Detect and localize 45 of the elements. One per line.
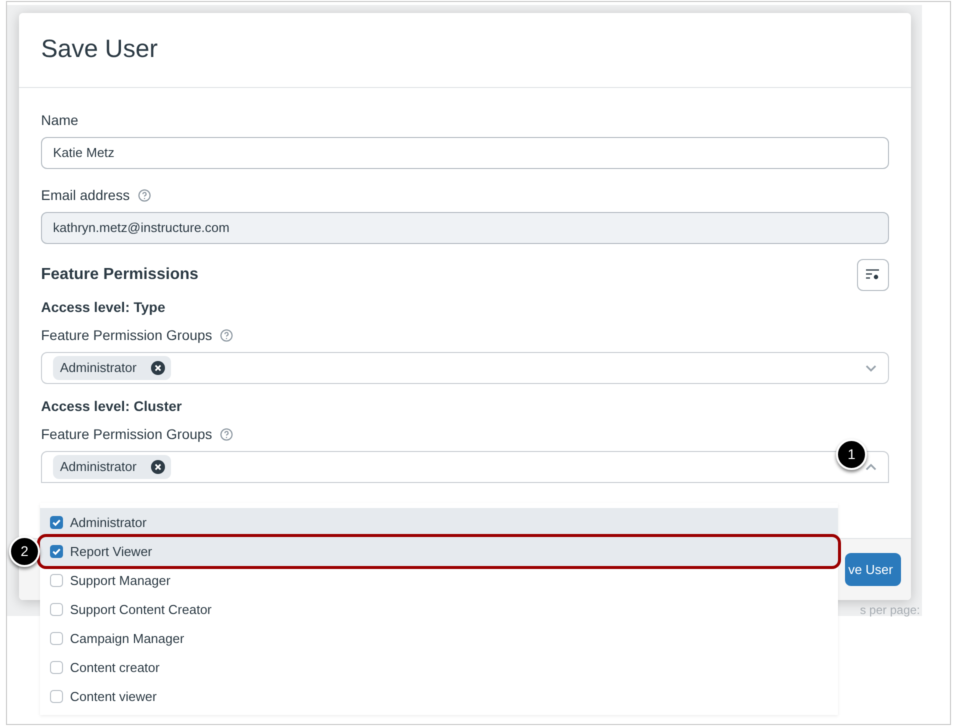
option-label: Support Content Creator <box>70 600 212 619</box>
help-icon[interactable] <box>138 188 151 202</box>
multi-select[interactable]: Administrator <box>41 352 889 384</box>
settings-button[interactable] <box>857 259 889 291</box>
text-field[interactable]: Katie Metz <box>41 137 889 169</box>
chevron-down-icon[interactable] <box>865 364 877 372</box>
field-label: Feature Permission Groups <box>41 424 212 444</box>
help-icon[interactable] <box>220 328 234 342</box>
section-title: Feature Permissions <box>41 265 198 285</box>
list-settings-icon <box>866 269 880 281</box>
remove-icon[interactable] <box>150 361 165 375</box>
background-text: s per page: <box>860 605 920 616</box>
dropdown-option[interactable]: Administrator <box>40 508 838 537</box>
option-label: Report Viewer <box>70 542 152 561</box>
dropdown-option[interactable]: Support Content Creator <box>40 595 838 624</box>
checkbox[interactable] <box>50 603 63 616</box>
remove-icon[interactable] <box>150 460 165 474</box>
checkbox[interactable] <box>50 574 63 587</box>
option-label: Support Manager <box>70 572 170 590</box>
dropdown-option[interactable]: Support Manager <box>40 566 838 595</box>
tag-chip[interactable]: Administrator <box>53 455 171 479</box>
checkbox[interactable] <box>50 690 63 703</box>
checkbox[interactable] <box>50 661 63 674</box>
option-label: Content creator <box>70 658 160 677</box>
help-icon[interactable] <box>220 428 234 440</box>
dropdown-option[interactable]: Campaign Manager <box>40 624 838 653</box>
save-user-button[interactable]: ve User <box>845 553 901 586</box>
access-level-title: Access level: Cluster <box>41 397 183 416</box>
option-label: Content viewer <box>70 688 157 706</box>
chevron-up-icon[interactable] <box>865 463 877 471</box>
access-level-title: Access level: Type <box>41 298 166 317</box>
field-label: Feature Permission Groups <box>41 326 212 345</box>
dropdown-option[interactable]: Content creator <box>40 653 838 682</box>
checkbox[interactable] <box>50 545 63 558</box>
option-label: Campaign Manager <box>70 630 184 648</box>
field-label: Email address <box>41 186 130 204</box>
field-label: Name <box>41 110 78 130</box>
checkbox[interactable] <box>50 516 63 529</box>
dialog-title: Save User <box>41 34 158 66</box>
dropdown-option[interactable]: Report Viewer <box>40 537 838 566</box>
option-label: Administrator <box>70 514 147 532</box>
tag-chip[interactable]: Administrator <box>53 356 171 380</box>
checkbox[interactable] <box>50 632 63 645</box>
text-field[interactable]: kathryn.metz@instructure.com <box>41 212 889 244</box>
dropdown-option[interactable]: Content viewer <box>40 682 838 711</box>
